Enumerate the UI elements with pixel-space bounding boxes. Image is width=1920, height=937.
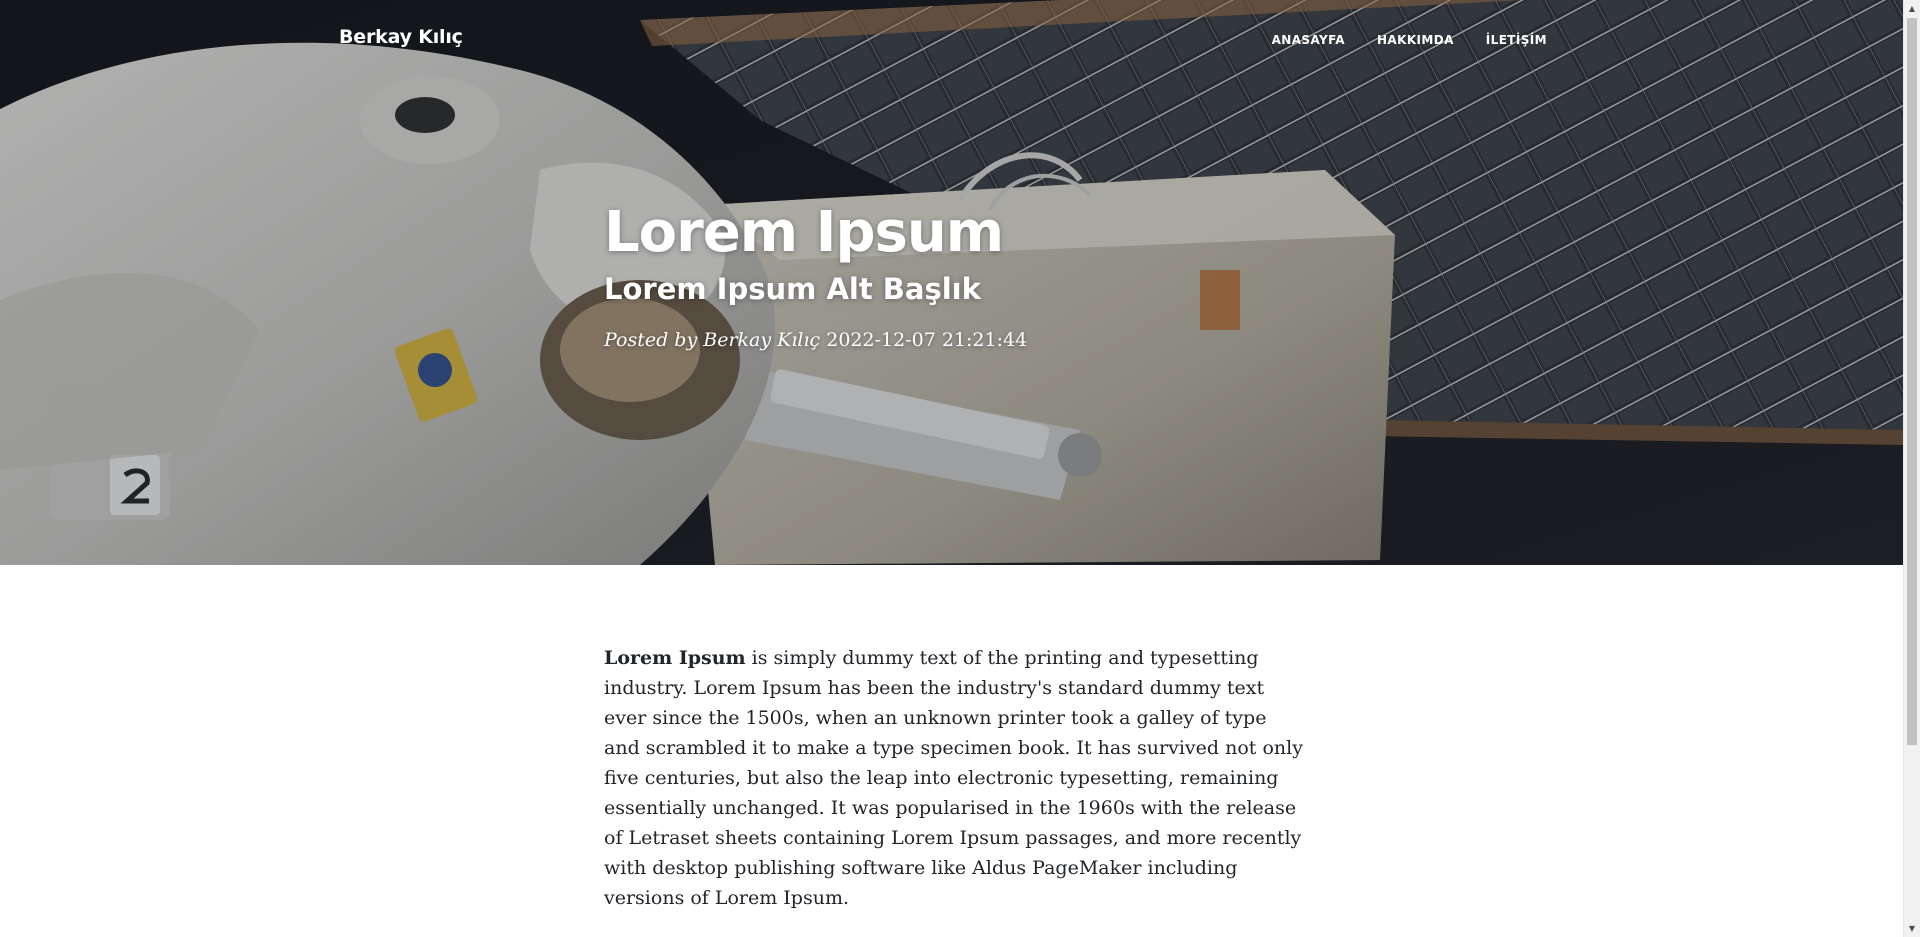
post-date: 2022-12-07 21:21:44 — [826, 329, 1028, 351]
post-author: Berkay Kılıç — [703, 329, 821, 351]
nav-links: ANASAYFA HAKKIMDA İLETİŞİM — [1272, 33, 1547, 47]
nav-link-anasayfa[interactable]: ANASAYFA — [1272, 33, 1345, 47]
vertical-scrollbar[interactable]: ▲ ▼ — [1903, 0, 1920, 937]
post-meta: Posted by Berkay Kılıç 2022-12-07 21:21:… — [604, 326, 1304, 354]
post-title: Lorem Ipsum — [604, 200, 1004, 265]
nav-link-iletisim[interactable]: İLETİŞİM — [1486, 33, 1547, 47]
post-article: Lorem Ipsum is simply dummy text of the … — [604, 643, 1304, 913]
main-navbar: Berkay Kılıç ANASAYFA HAKKIMDA İLETİŞİM — [0, 0, 1903, 80]
article-paragraph: Lorem Ipsum is simply dummy text of the … — [604, 643, 1304, 913]
post-subtitle: Lorem Ipsum Alt Başlık — [604, 272, 981, 306]
hero-header: Berkay Kılıç ANASAYFA HAKKIMDA İLETİŞİM … — [0, 0, 1903, 565]
scrollbar-thumb[interactable] — [1907, 18, 1917, 745]
page: Berkay Kılıç ANASAYFA HAKKIMDA İLETİŞİM … — [0, 0, 1920, 937]
article-body: is simply dummy text of the printing and… — [604, 647, 1303, 909]
post-meta-prefix: Posted by — [604, 329, 698, 351]
article-lead: Lorem Ipsum — [604, 647, 746, 669]
scroll-down-arrow-icon[interactable]: ▼ — [1904, 920, 1920, 937]
nav-link-hakkimda[interactable]: HAKKIMDA — [1377, 33, 1454, 47]
brand-link[interactable]: Berkay Kılıç — [339, 26, 463, 48]
scroll-up-arrow-icon[interactable]: ▲ — [1904, 0, 1920, 17]
post-heading: Lorem Ipsum Lorem Ipsum Alt Başlık Poste… — [604, 196, 1304, 354]
